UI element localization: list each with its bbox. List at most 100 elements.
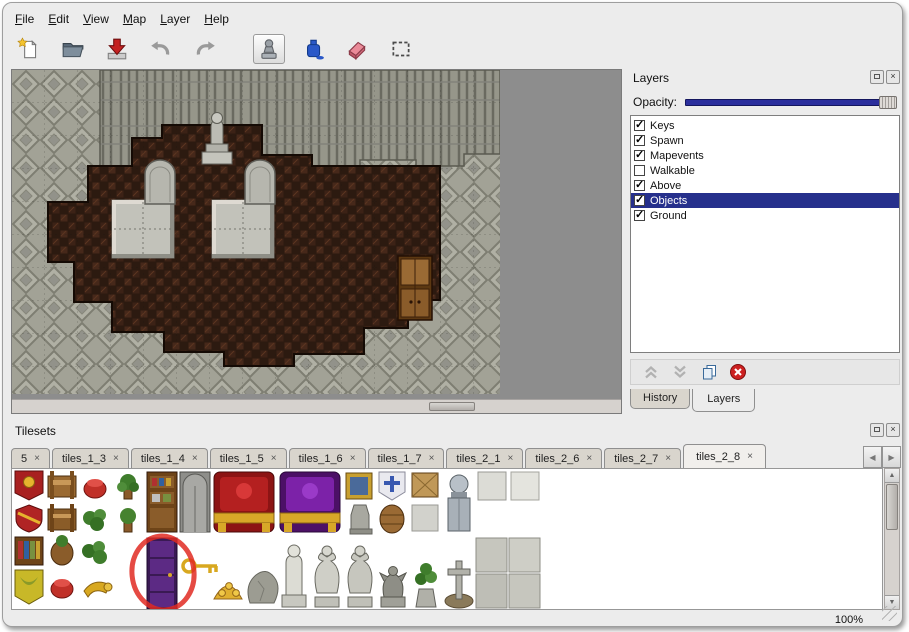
tileset-tab[interactable]: tiles_1_5 × bbox=[210, 448, 287, 469]
menu-view[interactable]: View bbox=[79, 10, 119, 28]
menubar: File Edit View Map Layer Help bbox=[11, 9, 239, 29]
layer-visibility-checkbox[interactable]: ✓ bbox=[634, 135, 645, 146]
tileset-view[interactable] bbox=[11, 468, 883, 610]
map-horizontal-scrollbar[interactable] bbox=[12, 399, 621, 413]
menu-map[interactable]: Map bbox=[119, 10, 156, 28]
layer-row-keys[interactable]: ✓ Keys bbox=[631, 118, 899, 133]
layer-row-mapevents[interactable]: ✓ Mapevents bbox=[631, 148, 899, 163]
layer-row-walkable[interactable]: ✓ Walkable bbox=[631, 163, 899, 178]
rect-select-tool-button[interactable] bbox=[385, 34, 417, 64]
layer-visibility-checkbox[interactable]: ✓ bbox=[634, 150, 645, 161]
save-icon bbox=[105, 37, 129, 61]
tab-close-icon[interactable]: × bbox=[192, 454, 198, 463]
tab-label: tiles_1_7 bbox=[378, 453, 422, 465]
layer-row-above[interactable]: ✓ Above bbox=[631, 178, 899, 193]
opacity-slider-handle[interactable] bbox=[879, 96, 897, 109]
float-icon bbox=[874, 74, 880, 79]
app-window: File Edit View Map Layer Help bbox=[2, 2, 903, 627]
layer-name: Walkable bbox=[650, 165, 695, 177]
layer-row-ground[interactable]: ✓ Ground bbox=[631, 208, 899, 223]
close-icon: × bbox=[890, 424, 895, 434]
layers-dock-title: Layers bbox=[633, 71, 669, 85]
tileset-tab[interactable]: tiles_2_8 × bbox=[683, 444, 766, 469]
layer-buttons-bar bbox=[630, 359, 900, 385]
fill-tool-button[interactable] bbox=[297, 34, 329, 64]
menu-help[interactable]: Help bbox=[200, 10, 239, 28]
tab-label: tiles_2_6 bbox=[535, 453, 579, 465]
tab-label: tiles_2_8 bbox=[696, 451, 740, 463]
new-map-button[interactable] bbox=[13, 34, 45, 64]
menu-edit[interactable]: Edit bbox=[44, 10, 79, 28]
layers-dock: Layers × Opacity: ✓ Keys ✓ Spawn ✓ Mapev… bbox=[627, 69, 903, 418]
tab-close-icon[interactable]: × bbox=[34, 454, 40, 463]
double-chevron-up-icon bbox=[642, 363, 660, 381]
undo-icon bbox=[149, 37, 173, 61]
tab-layers[interactable]: Layers bbox=[692, 389, 755, 412]
menu-file[interactable]: File bbox=[11, 10, 44, 28]
tab-close-icon[interactable]: × bbox=[586, 454, 592, 463]
dock-close-button[interactable]: × bbox=[886, 423, 900, 437]
map-canvas[interactable] bbox=[11, 69, 622, 414]
dock-float-button[interactable] bbox=[870, 70, 884, 84]
eraser-tool-button[interactable] bbox=[341, 34, 373, 64]
duplicate-layer-button[interactable] bbox=[699, 362, 719, 382]
screenshot-stage: File Edit View Map Layer Help bbox=[0, 0, 909, 632]
scroll-up-button[interactable]: ▲ bbox=[885, 469, 899, 483]
tab-history[interactable]: History bbox=[630, 389, 690, 409]
float-icon bbox=[874, 427, 880, 432]
scroll-tabs-right-button[interactable]: ▶ bbox=[882, 446, 901, 468]
tab-close-icon[interactable]: × bbox=[747, 452, 753, 461]
tab-label: tiles_1_5 bbox=[220, 453, 264, 465]
stamp-tool-button[interactable] bbox=[253, 34, 285, 64]
layer-row-objects[interactable]: ✓ Objects bbox=[631, 193, 899, 208]
tileset-tab[interactable]: tiles_2_1× bbox=[446, 448, 523, 469]
move-layer-down-button[interactable] bbox=[670, 362, 690, 382]
tileset-vscroll-handle[interactable] bbox=[886, 484, 898, 530]
tileset-tab[interactable]: tiles_1_4× bbox=[131, 448, 208, 469]
dock-close-button[interactable]: × bbox=[886, 70, 900, 84]
fill-tool-icon bbox=[301, 37, 325, 61]
tab-close-icon[interactable]: × bbox=[350, 454, 356, 463]
arrow-left-icon: ◀ bbox=[869, 453, 875, 462]
map-hscroll-handle[interactable] bbox=[429, 402, 475, 411]
tab-close-icon[interactable]: × bbox=[271, 454, 277, 463]
save-map-button[interactable] bbox=[101, 34, 133, 64]
move-layer-up-button[interactable] bbox=[641, 362, 661, 382]
layer-visibility-checkbox[interactable]: ✓ bbox=[634, 180, 645, 191]
tileset-tab[interactable]: tiles_2_7× bbox=[604, 448, 681, 469]
scroll-tabs-left-button[interactable]: ◀ bbox=[863, 446, 882, 468]
tileset-tab[interactable]: 5× bbox=[11, 448, 50, 469]
delete-layer-button[interactable] bbox=[728, 362, 748, 382]
tileset-vertical-scrollbar[interactable]: ▲ ▼ bbox=[884, 468, 900, 610]
map-render bbox=[12, 70, 500, 394]
tab-close-icon[interactable]: × bbox=[665, 454, 671, 463]
opacity-slider[interactable] bbox=[685, 95, 897, 109]
tileset-tab-bar: 5× tiles_1_3× tiles_1_4× tiles_1_5 × tile… bbox=[11, 442, 861, 469]
opacity-slider-track[interactable] bbox=[685, 99, 897, 106]
toolbar bbox=[13, 31, 417, 67]
check-icon: ✓ bbox=[635, 178, 644, 191]
redo-icon bbox=[193, 37, 217, 61]
check-icon: ✓ bbox=[635, 133, 644, 146]
stamp-tool-icon bbox=[257, 37, 281, 61]
tileset-tab[interactable]: tiles_1_3× bbox=[52, 448, 129, 469]
layer-row-spawn[interactable]: ✓ Spawn bbox=[631, 133, 899, 148]
open-map-button[interactable] bbox=[57, 34, 89, 64]
tab-close-icon[interactable]: × bbox=[113, 454, 119, 463]
layer-name: Keys bbox=[650, 120, 674, 132]
layer-visibility-checkbox[interactable]: ✓ bbox=[634, 120, 645, 131]
tileset-tab[interactable]: tiles_2_6 × bbox=[525, 448, 602, 469]
redo-button[interactable] bbox=[189, 34, 221, 64]
tileset-image[interactable] bbox=[12, 469, 542, 610]
undo-button[interactable] bbox=[145, 34, 177, 64]
tileset-tab[interactable]: tiles_1_6× bbox=[289, 448, 366, 469]
dock-float-button[interactable] bbox=[870, 423, 884, 437]
tab-close-icon[interactable]: × bbox=[507, 454, 513, 463]
tab-close-icon[interactable]: × bbox=[429, 454, 435, 463]
layer-visibility-checkbox[interactable]: ✓ bbox=[634, 165, 645, 176]
layer-visibility-checkbox[interactable]: ✓ bbox=[634, 195, 645, 206]
arrow-up-icon: ▲ bbox=[889, 472, 896, 479]
menu-layer[interactable]: Layer bbox=[156, 10, 200, 28]
tileset-tab[interactable]: tiles_1_7 × bbox=[368, 448, 445, 469]
layer-visibility-checkbox[interactable]: ✓ bbox=[634, 210, 645, 221]
